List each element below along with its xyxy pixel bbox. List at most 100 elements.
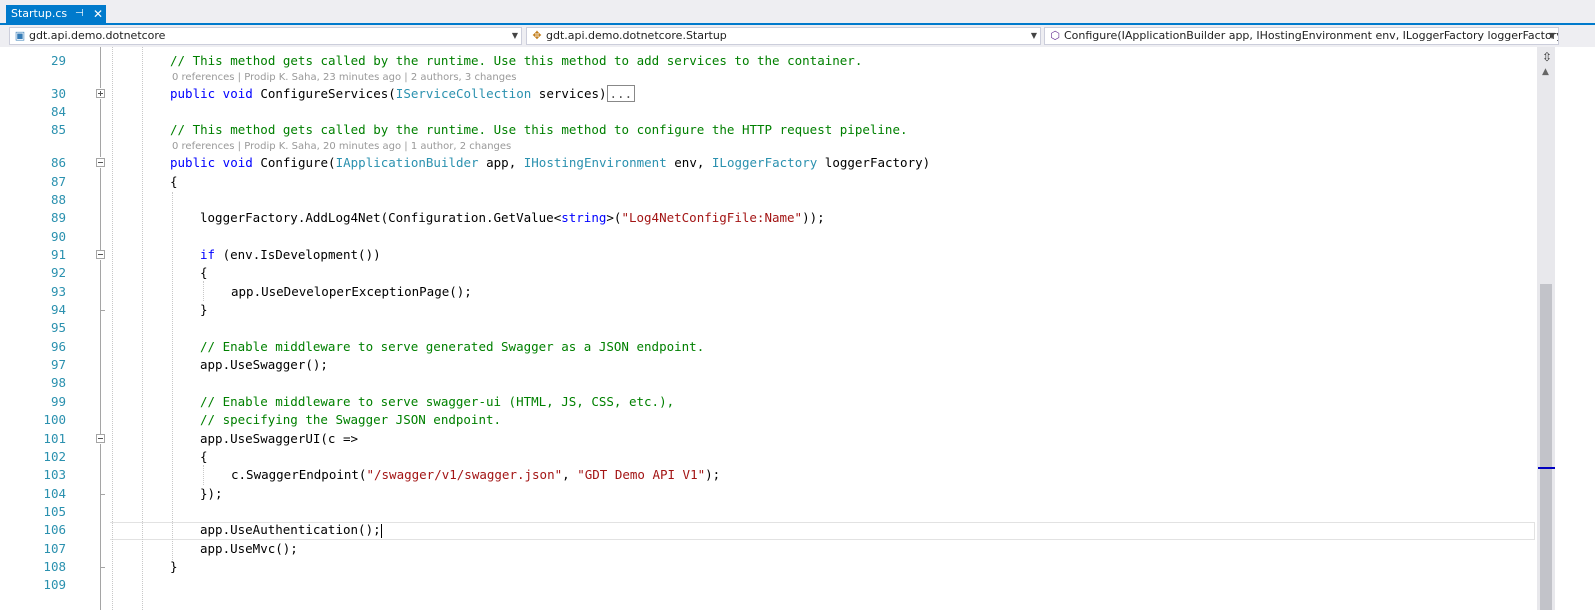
code-token: >( bbox=[606, 210, 622, 225]
collapse-icon[interactable] bbox=[96, 250, 105, 259]
tab-startup-cs[interactable]: Startup.cs ⊣ ✕ bbox=[6, 5, 106, 23]
expand-icon[interactable] bbox=[96, 89, 105, 98]
line-number: 95 bbox=[50, 320, 66, 335]
code-line-89: loggerFactory.AddLog4Net(Configuration.G… bbox=[200, 209, 825, 227]
string-literal: "/swagger/v1/swagger.json" bbox=[366, 467, 563, 482]
chevron-down-icon[interactable]: ▼ bbox=[512, 28, 518, 44]
codelens-configure[interactable]: 0 references | Prodip K. Saha, 20 minute… bbox=[172, 140, 511, 154]
outline-guide bbox=[100, 99, 101, 157]
class-icon: ✥ bbox=[532, 29, 542, 42]
type-name: IServiceCollection bbox=[395, 86, 532, 101]
line-number: 89 bbox=[50, 210, 66, 225]
code-token: , bbox=[562, 467, 578, 482]
code-line-107: app.UseMvc(); bbox=[200, 541, 298, 556]
navigation-bar: ▣ gdt.api.demo.dotnetcore ▼ ✥ gdt.api.de… bbox=[0, 25, 1595, 47]
code-line-104: }); bbox=[200, 486, 223, 501]
collapsed-region-button[interactable]: ... bbox=[606, 85, 636, 102]
code-line-87: { bbox=[170, 174, 178, 189]
outline-guide bbox=[100, 495, 101, 567]
indent-guide bbox=[203, 281, 204, 301]
line-number: 97 bbox=[50, 357, 66, 372]
keyword: public void bbox=[170, 86, 253, 101]
code-line-102: { bbox=[200, 449, 208, 464]
chevron-down-icon[interactable]: ▼ bbox=[1549, 28, 1555, 44]
indent-guide bbox=[172, 192, 173, 562]
indent-guide bbox=[203, 465, 204, 485]
line-number: 103 bbox=[43, 467, 66, 482]
code-token: app.UseAuthentication(); bbox=[200, 522, 381, 537]
keyword: if bbox=[200, 247, 216, 262]
code-line-96: // Enable middleware to serve generated … bbox=[200, 339, 705, 354]
outline-guide bbox=[100, 568, 101, 610]
collapse-icon[interactable] bbox=[96, 434, 105, 443]
text-caret bbox=[380, 523, 382, 538]
code-line-108: } bbox=[170, 559, 178, 574]
keyword: public void bbox=[170, 155, 253, 170]
code-line-29: // This method gets called by the runtim… bbox=[170, 53, 863, 68]
method-icon: ⬡ bbox=[1050, 29, 1060, 42]
member-dropdown-value: Configure(IApplicationBuilder app, IHost… bbox=[1064, 29, 1559, 42]
line-number: 92 bbox=[50, 265, 66, 280]
string-literal: "Log4NetConfigFile:Name" bbox=[621, 210, 803, 225]
parameter: env, bbox=[666, 155, 712, 170]
line-number: 108 bbox=[43, 559, 66, 574]
code-line-101: app.UseSwaggerUI(c => bbox=[200, 431, 359, 446]
parameter: services) bbox=[531, 86, 607, 101]
pin-icon[interactable]: ⊣ bbox=[75, 5, 84, 23]
indent-guide bbox=[142, 47, 143, 610]
code-line-85: // This method gets called by the runtim… bbox=[170, 122, 908, 137]
csharp-project-icon: ▣ bbox=[14, 29, 26, 42]
outline-guide bbox=[100, 47, 101, 88]
code-line-97: app.UseSwagger(); bbox=[200, 357, 328, 372]
line-number: 29 bbox=[50, 53, 66, 68]
type-name: IApplicationBuilder bbox=[335, 155, 479, 170]
type-dropdown[interactable]: ✥ gdt.api.demo.dotnetcore.Startup ▼ bbox=[526, 27, 1041, 45]
vertical-scrollbar[interactable] bbox=[1537, 47, 1555, 610]
line-number: 106 bbox=[43, 522, 66, 537]
line-number: 93 bbox=[50, 284, 66, 299]
outline-guide bbox=[100, 311, 101, 434]
document-tab-strip: Startup.cs ⊣ ✕ bbox=[0, 0, 1595, 25]
member-dropdown[interactable]: ⬡ Configure(IApplicationBuilder app, IHo… bbox=[1044, 27, 1559, 45]
code-token: ); bbox=[705, 467, 721, 482]
caret-position-marker bbox=[1538, 467, 1555, 469]
keyword: string bbox=[561, 210, 607, 225]
project-dropdown[interactable]: ▣ gdt.api.demo.dotnetcore ▼ bbox=[9, 27, 522, 45]
code-line-103: c.SwaggerEndpoint("/swagger/v1/swagger.j… bbox=[231, 466, 720, 484]
line-number: 99 bbox=[50, 394, 66, 409]
close-icon[interactable]: ✕ bbox=[93, 5, 103, 23]
line-number: 100 bbox=[43, 412, 66, 427]
outline-guide bbox=[100, 260, 101, 310]
tab-label: Startup.cs bbox=[11, 7, 68, 20]
type-name: ILoggerFactory bbox=[711, 155, 818, 170]
code-line-106: app.UseAuthentication(); bbox=[200, 521, 382, 539]
code-line-86: public void Configure(IApplicationBuilde… bbox=[170, 154, 930, 172]
code-token: loggerFactory.AddLog4Net(Configuration.G… bbox=[200, 210, 562, 225]
line-number: 96 bbox=[50, 339, 66, 354]
parameter: app, bbox=[478, 155, 524, 170]
line-number: 30 bbox=[50, 86, 66, 101]
indent-guide bbox=[112, 47, 113, 610]
line-number: 84 bbox=[50, 104, 66, 119]
code-editor[interactable]: 29 30 84 85 86 87 88 89 90 91 92 93 94 9… bbox=[0, 47, 1595, 610]
codelens-configure-services[interactable]: 0 references | Prodip K. Saha, 23 minute… bbox=[172, 71, 516, 85]
code-line-30: public void ConfigureServices(IServiceCo… bbox=[170, 85, 636, 103]
line-number: 85 bbox=[50, 122, 66, 137]
line-number: 88 bbox=[50, 192, 66, 207]
string-literal: "GDT Demo API V1" bbox=[577, 467, 706, 482]
split-editor-icon[interactable]: ⇳ bbox=[1542, 50, 1552, 64]
line-number: 107 bbox=[43, 541, 66, 556]
method-signature: Configure( bbox=[252, 155, 336, 170]
scroll-up-arrow-icon[interactable]: ▲ bbox=[1542, 67, 1549, 77]
code-token: c.SwaggerEndpoint( bbox=[231, 467, 367, 482]
type-name: IHostingEnvironment bbox=[523, 155, 667, 170]
outline-guide bbox=[100, 168, 101, 250]
chevron-down-icon[interactable]: ▼ bbox=[1031, 28, 1037, 44]
line-number: 104 bbox=[43, 486, 66, 501]
parameter: loggerFactory) bbox=[817, 155, 931, 170]
scrollbar-thumb[interactable] bbox=[1540, 284, 1552, 610]
collapse-icon[interactable] bbox=[96, 158, 105, 167]
code-line-92: { bbox=[200, 265, 208, 280]
method-signature: ConfigureServices( bbox=[252, 86, 396, 101]
code-line-99: // Enable middleware to serve swagger-ui… bbox=[200, 394, 675, 409]
